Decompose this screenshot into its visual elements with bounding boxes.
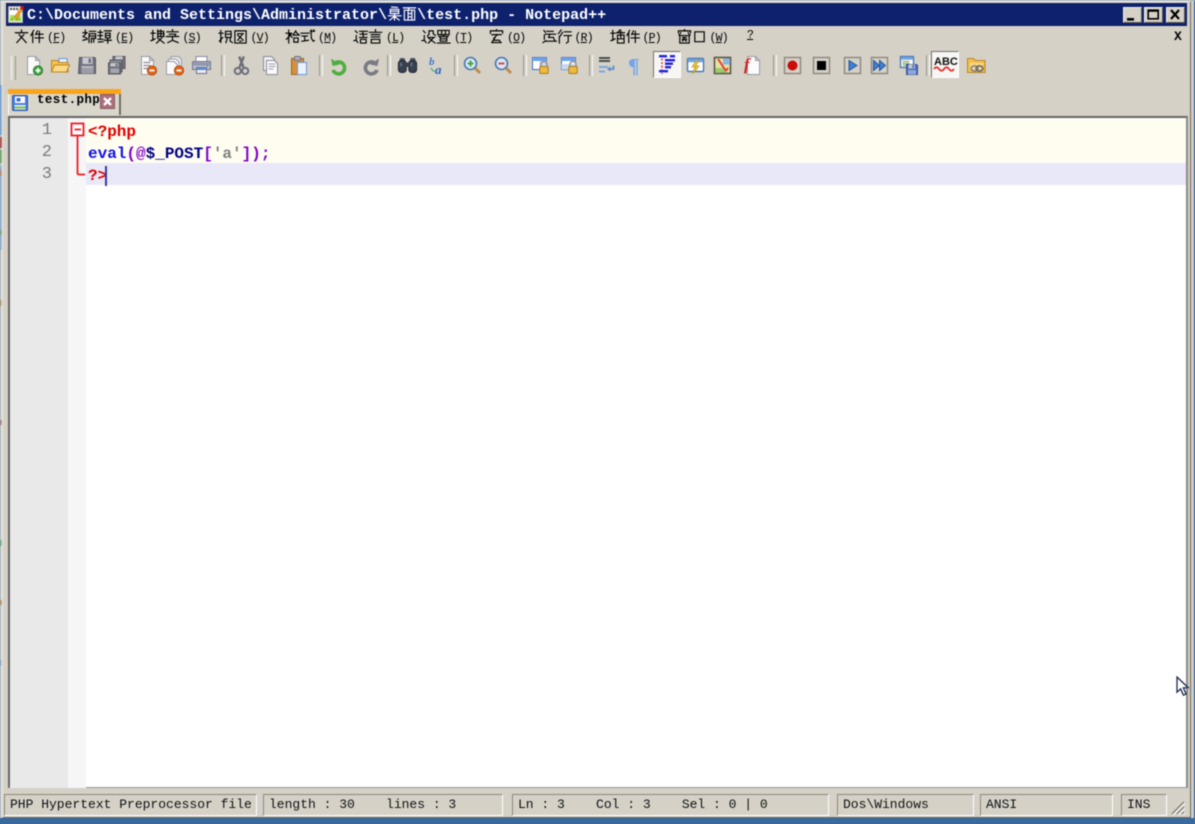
svg-text:a: a	[435, 62, 442, 76]
svg-text:¶: ¶	[628, 55, 639, 76]
svg-text:ABC: ABC	[934, 56, 958, 68]
